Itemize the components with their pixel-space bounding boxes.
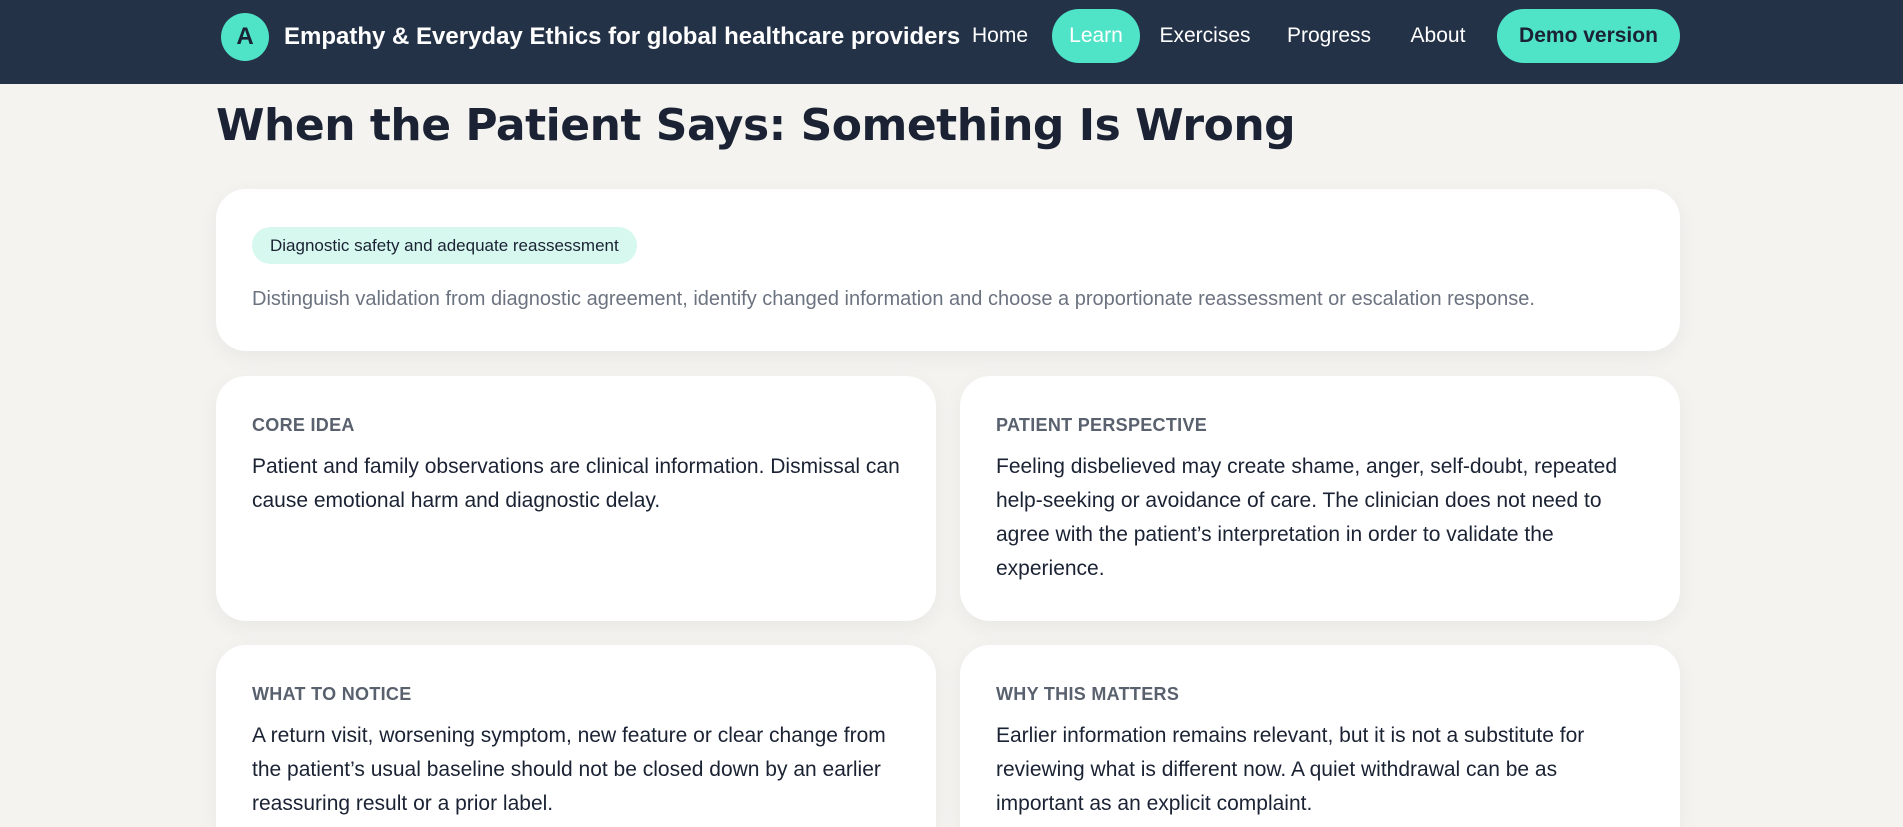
card-what-to-notice: WHAT TO NOTICE A return visit, worsening… [216,645,936,827]
card-core-idea: CORE IDEA Patient and family observation… [216,376,936,621]
card-body: Earlier information remains relevant, bu… [996,724,1585,815]
top-navigation-bar: A Empathy & Everyday Ethics for global h… [0,0,1903,84]
card-heading: PATIENT PERSPECTIVE [996,415,1208,435]
demo-version-button[interactable]: Demo version [1497,9,1680,63]
card-body: Feeling disbelieved may create shame, an… [996,455,1618,580]
page-title: When the Patient Says: Something Is Wron… [216,100,1296,151]
card-body: Patient and family observations are clin… [252,455,900,512]
card-patient-perspective: PATIENT PERSPECTIVE Feeling disbelieved … [960,376,1680,621]
nav-exercises[interactable]: Exercises [1152,9,1258,63]
summary-card: Diagnostic safety and adequate reassessm… [216,189,1680,351]
summary-text: Distinguish validation from diagnostic a… [252,288,1535,310]
card-body: A return visit, worsening symptom, new f… [252,724,886,815]
card-why-this-matters: WHY THIS MATTERS Earlier information rem… [960,645,1680,827]
card-heading: WHY THIS MATTERS [996,684,1180,704]
card-heading: CORE IDEA [252,415,355,435]
card-heading: WHAT TO NOTICE [252,684,412,704]
nav-progress[interactable]: Progress [1278,9,1380,63]
nav-home[interactable]: Home [952,9,1048,63]
topic-tag: Diagnostic safety and adequate reassessm… [252,227,637,264]
nav-about[interactable]: About [1398,9,1478,63]
nav-learn[interactable]: Learn [1052,9,1140,63]
